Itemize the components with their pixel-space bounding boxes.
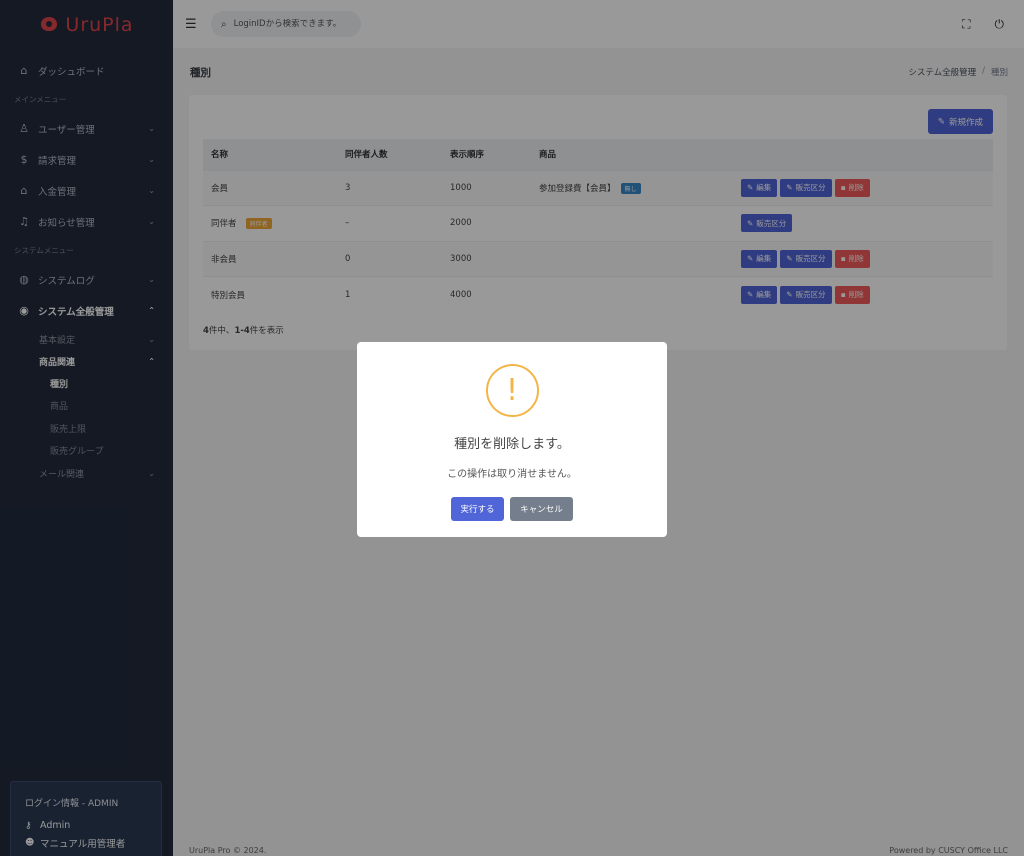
warning-icon: ! [485,364,539,417]
confirm-button[interactable]: 実行する [451,497,504,521]
dialog-title: 種別を削除します。 [454,437,570,452]
cancel-button[interactable]: キャンセル [510,497,573,521]
confirm-dialog: ! 種別を削除します。 この操作は取り消せません。 実行する キャンセル [357,342,667,537]
dialog-message: この操作は取り消せません。 [447,469,577,480]
